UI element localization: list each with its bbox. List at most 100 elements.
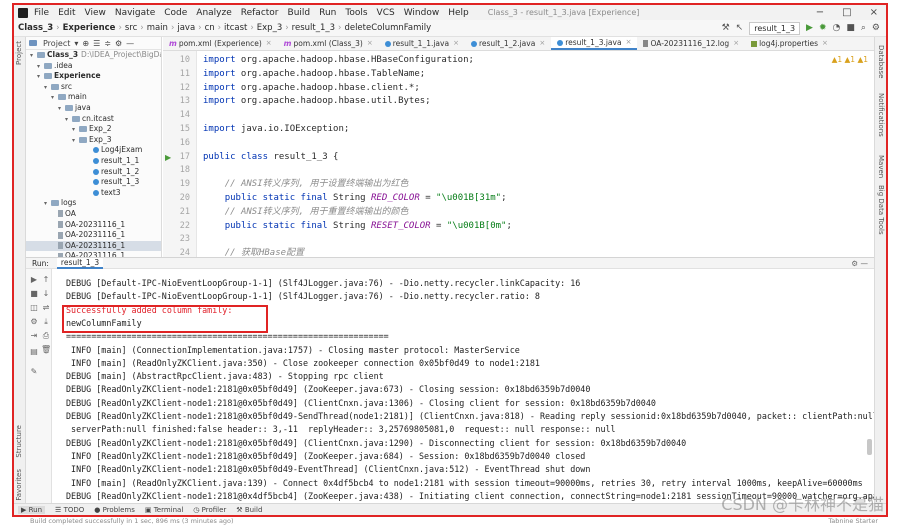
run-gutter-icon[interactable]: ▶ [165,153,171,162]
tree-item[interactable]: ▾ logs [26,198,161,209]
menu-edit[interactable]: Edit [58,8,75,18]
tool-build[interactable]: ⚒ Build [236,506,262,514]
run-configuration-select[interactable]: result_1_3 [749,21,801,35]
tree-item[interactable]: ▾ java [26,103,161,114]
settings-icon[interactable]: ⚙ [29,317,39,327]
search-icon[interactable]: ⌕ [861,23,866,33]
trash-icon[interactable]: 🗑 [41,345,51,355]
scroll-up-icon[interactable]: ↑ [41,275,51,285]
close-tab-icon[interactable]: × [453,37,459,50]
breadcrumb-cn[interactable]: cn [205,23,215,33]
breadcrumb-src[interactable]: src [125,23,137,33]
stripe-project[interactable]: Project [15,41,23,65]
print-icon[interactable]: ⎙ [41,331,51,341]
tree-item[interactable]: text3 [26,188,161,199]
tool-profiler[interactable]: ◷ Profiler [193,506,226,514]
coverage-icon[interactable]: ◔ [833,23,841,33]
editor-tab[interactable]: OA-20231116_12.log × [637,37,745,50]
close-window-button[interactable]: × [870,7,878,18]
editor-tab[interactable]: result_1_1.java × [379,37,465,50]
tree-item[interactable]: ▾ src [26,82,161,93]
minimize-button[interactable]: − [816,7,824,18]
stripe-notifications[interactable]: Notifications [877,93,885,137]
exit-icon[interactable]: ⇥ [29,331,39,341]
console-output[interactable]: DEBUG [Default-IPC-NioEventLoopGroup-1-1… [52,269,874,505]
close-tab-icon[interactable]: × [626,37,632,49]
tree-item[interactable]: ▾ cn.itcast [26,114,161,125]
breadcrumb-java[interactable]: java [177,23,195,33]
menu-build[interactable]: Build [288,8,311,18]
menu-analyze[interactable]: Analyze [196,8,231,18]
stop-icon[interactable]: ■ [846,23,855,33]
scroll-down-icon[interactable]: ↓ [41,289,51,299]
tree-item[interactable]: OA-20231116_1 [26,240,161,252]
layout-icon[interactable]: ▤ [29,347,39,357]
menu-file[interactable]: File [34,8,49,18]
tree-item[interactable]: ▾ main [26,92,161,103]
tool-problems[interactable]: ● Problems [94,506,135,514]
project-view-select[interactable]: Project [43,39,70,48]
editor-tab[interactable]: m pom.xml (Class_3) × [278,37,379,50]
menu-tools[interactable]: Tools [345,8,367,18]
editor-tab[interactable]: m pom.xml (Experience) × [163,37,278,50]
menu-help[interactable]: Help [448,8,469,18]
menu-navigate[interactable]: Navigate [115,8,155,18]
menu-refactor[interactable]: Refactor [241,8,279,18]
hide-icon[interactable]: — [126,39,134,48]
stripe-favorites[interactable]: Favorites [15,469,23,501]
debug-icon[interactable]: ✹ [819,23,827,33]
collapse-icon[interactable]: ☰ [93,39,100,48]
scroll-to-end-icon[interactable]: ⤓ [41,317,51,327]
console-scrollbar[interactable] [867,439,872,455]
tree-item[interactable]: result_1_2 [26,167,161,178]
close-tab-icon[interactable]: × [733,37,739,50]
tree-item[interactable]: ▾ .idea [26,61,161,72]
chevron-down-icon[interactable]: ▾ [74,39,78,48]
breadcrumb-itcast[interactable]: itcast [224,23,247,33]
code-editor[interactable]: 10 11 12 13 14 15 16 17 ▶ 18 19 20 21 22 23 24 import o… [163,51,874,257]
editor-tab[interactable]: result_1_2.java × [465,37,551,50]
tool-terminal[interactable]: ▣ Terminal [145,506,183,514]
target-icon[interactable]: ⊕ [82,39,89,48]
tree-item[interactable]: Log4jExam [26,145,161,156]
hammer-icon[interactable]: ⚒ [722,23,730,33]
back-arrow-icon[interactable]: ↖ [736,23,744,33]
breadcrumb-main[interactable]: main [147,23,168,33]
run-icon[interactable]: ▶ [806,23,813,33]
breadcrumb-module[interactable]: Experience [63,23,116,33]
close-tab-icon[interactable]: × [539,37,545,50]
tabnine-status[interactable]: Tabnine Starter [828,517,888,525]
close-tab-icon[interactable]: × [266,37,272,50]
camera-icon[interactable]: ◫ [29,303,39,313]
close-tab-icon[interactable]: × [367,37,373,50]
gear-icon[interactable]: ⚙ [115,39,122,48]
expand-icon[interactable]: ≑ [104,39,111,48]
breadcrumb-project[interactable]: Class_3 [18,23,53,33]
stop-icon[interactable]: ■ [29,289,39,299]
soft-wrap-icon[interactable]: ⇌ [41,303,51,313]
breadcrumb-method[interactable]: deleteColumnFamily [344,23,431,33]
stripe-database[interactable]: Database [877,45,885,78]
breadcrumb-exp3[interactable]: Exp_3 [257,23,282,33]
stripe-big-data-tools[interactable]: Big Data Tools [877,185,885,235]
tree-item[interactable]: ▾ Exp_2 [26,124,161,135]
breadcrumb-class[interactable]: result_1_3 [292,23,335,33]
tree-item[interactable]: ▾ Exp_3 [26,135,161,146]
tree-item[interactable]: result_1_3 [26,177,161,188]
tree-item[interactable]: ▾ Experience [26,71,161,82]
tree-item[interactable]: OA-20231116_1 [26,230,161,241]
editor-tab[interactable]: result_1_3.java × [551,37,638,50]
tool-todo[interactable]: ☰ TODO [55,506,84,514]
tree-item[interactable]: OA [26,209,161,220]
stripe-maven[interactable]: Maven [877,155,885,178]
menu-run[interactable]: Run [319,8,336,18]
gear-icon[interactable]: ⚙ [872,23,880,33]
editor-tab[interactable]: log4j.properties × [745,37,834,50]
run-settings-icon[interactable]: ⚙ — [851,259,874,268]
tree-item[interactable]: result_1_1 [26,156,161,167]
maximize-button[interactable]: □ [842,7,851,18]
menu-window[interactable]: Window [404,8,440,18]
menu-code[interactable]: Code [164,8,187,18]
rerun-icon[interactable]: ▶ [29,275,39,285]
inspection-warnings-badge[interactable]: ▲1 ▲1 ▲1 [832,55,868,64]
